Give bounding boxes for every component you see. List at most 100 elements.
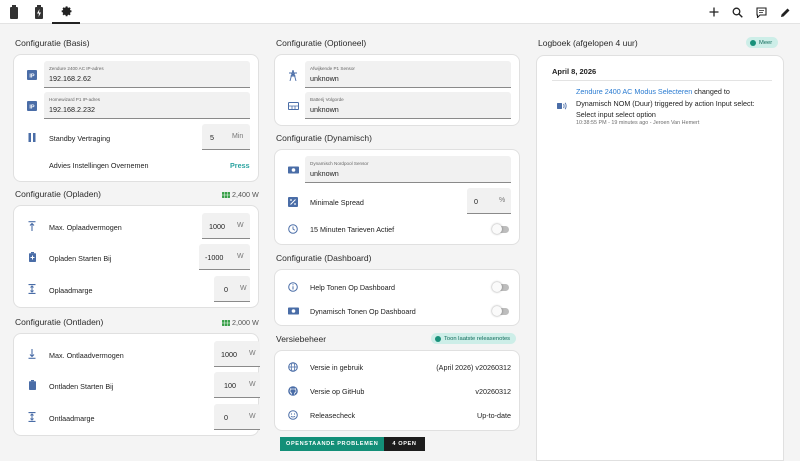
versie-row-value: (April 2026) v20260312: [436, 363, 511, 372]
opladen-value: 1000: [209, 222, 225, 231]
versie-row-label: Versie in gebruik: [310, 363, 364, 372]
battery-icon: [10, 5, 18, 19]
gear-icon: [61, 6, 72, 17]
arrow-expand-vertical-icon: [26, 411, 38, 423]
homewizard-ip-field[interactable]: Homewizard P1 IP-adres 192.168.2.232: [44, 92, 250, 119]
battery-charging-icon: [35, 5, 43, 19]
nordpool-sensor-label: Dynamisch Nordpool Sensor: [310, 161, 369, 166]
edit-button[interactable]: [777, 4, 793, 20]
ontladen-row-label: Ontladen Starten Bij: [49, 382, 114, 391]
search-button[interactable]: [729, 4, 745, 20]
add-button[interactable]: [706, 4, 722, 20]
plus-icon: [709, 7, 719, 17]
logboek-title: Logboek (afgelopen 4 uur): [538, 38, 638, 48]
versie-row-value: Up-to-date: [477, 411, 511, 420]
ontladen-value: 100: [224, 381, 236, 390]
nordpool-sensor-field[interactable]: Dynamisch Nordpool Sensor unknown: [305, 156, 511, 183]
press-button[interactable]: Press: [230, 161, 250, 170]
help-label: Help Tonen Op Dashboard: [310, 283, 395, 292]
info-icon: [287, 281, 299, 293]
arrow-expand-vertical-icon: [26, 283, 38, 295]
nordpool-sensor-value: unknown: [310, 169, 339, 178]
opladen-unit: W: [237, 222, 244, 229]
cash-icon: [287, 305, 299, 317]
versie-card: Versie in gebruik (April 2026) v20260312…: [274, 350, 520, 431]
zendure-ip-field[interactable]: Zendure 2400 AC IP-adres 192.168.2.62: [44, 61, 250, 88]
info-icon: [750, 39, 756, 46]
opladen-power-value: 2,400 W: [232, 190, 259, 199]
opladen-unit: W: [237, 253, 244, 260]
standby-value: 5: [210, 133, 214, 142]
open-issues-label: OPENSTAANDE PROBLEMEN: [280, 437, 385, 451]
standby-input[interactable]: 5 Min: [202, 124, 250, 150]
svg-text:IP: IP: [29, 104, 35, 110]
tarieven-toggle[interactable]: [492, 224, 509, 234]
ontladen-input[interactable]: 0 W: [214, 404, 260, 430]
ontladen-value: 0: [224, 413, 228, 422]
ontladen-power-value: 2,000 W: [232, 318, 259, 327]
emoticon-icon: [287, 409, 299, 421]
meer-label: Meer: [759, 39, 773, 46]
logboek-card: April 8, 2026 Zendure 2400 AC Modus Sele…: [536, 55, 784, 461]
opladen-row-label: Opladen Starten Bij: [49, 254, 112, 263]
batterij-volgorde-label: Batterij Volgorde: [310, 97, 344, 102]
web-icon: [287, 361, 299, 373]
meer-button[interactable]: Meer: [746, 37, 779, 48]
ip-icon: IP: [26, 100, 38, 112]
open-issues-button[interactable]: OPENSTAANDE PROBLEMEN 4 OPEN: [280, 437, 425, 451]
log-entry: Zendure 2400 AC Modus Selecteren changed…: [576, 86, 766, 121]
ontladen-input[interactable]: 1000 W: [214, 341, 260, 367]
log-entity-link[interactable]: Zendure 2400 AC Modus Selecteren: [576, 87, 692, 96]
ontladen-power: 2,000 W: [222, 318, 259, 327]
versie-row-label: Releasecheck: [310, 411, 356, 420]
homewizard-ip-label: Homewizard P1 IP-adres: [49, 97, 101, 102]
spread-input[interactable]: 0 %: [467, 188, 511, 214]
github-icon: [287, 385, 299, 397]
toggle-knob: [492, 306, 502, 316]
optioneel-card: Afwijkende P1 Sensor unknown Batterij Vo…: [274, 54, 520, 126]
release-notes-button[interactable]: Toon laatste releasenotes: [431, 333, 517, 344]
dynamisch-dashboard-toggle[interactable]: [492, 306, 509, 316]
basis-title: Configuratie (Basis): [15, 38, 90, 48]
assist-button[interactable]: [753, 4, 769, 20]
tarieven-label: 15 Minuten Tarieven Actief: [310, 225, 395, 234]
dynamisch-dashboard-label: Dynamisch Tonen Op Dashboard: [310, 307, 416, 316]
opladen-input[interactable]: 0 W: [214, 276, 250, 302]
opladen-title: Configuratie (Opladen): [15, 189, 101, 199]
opladen-power: 2,400 W: [222, 190, 259, 199]
battery-plus-icon: [26, 251, 38, 263]
opladen-row-label: Oplaadmarge: [49, 286, 93, 295]
batterij-volgorde-field[interactable]: Batterij Volgorde unknown: [305, 92, 511, 119]
dynamisch-title: Configuratie (Dynamisch): [276, 133, 372, 143]
pause-icon: [26, 131, 38, 143]
tab-battery-charging[interactable]: [25, 0, 53, 24]
ontladen-unit: W: [249, 350, 256, 357]
ontladen-row-label: Max. Ontlaadvermogen: [49, 351, 124, 360]
ontladen-title: Configuratie (Ontladen): [15, 317, 104, 327]
speaker-icon: [556, 100, 568, 112]
ontladen-input[interactable]: 100 W: [214, 372, 260, 398]
basis-card: IP Zendure 2400 AC IP-adres 192.168.2.62…: [13, 54, 259, 182]
ontladen-row-label: Ontlaadmarge: [49, 414, 95, 423]
comment-icon: [755, 6, 767, 18]
solar-power-icon: [222, 191, 230, 198]
svg-text:IP: IP: [29, 73, 35, 79]
dynamisch-card: Dynamisch Nordpool Sensor unknown Minima…: [274, 149, 520, 245]
opladen-input[interactable]: 1000 W: [202, 213, 250, 239]
opladen-row-label: Max. Oplaadvermogen: [49, 223, 122, 232]
dashboard-title: Configuratie (Dashboard): [276, 253, 372, 263]
p1-sensor-field[interactable]: Afwijkende P1 Sensor unknown: [305, 61, 511, 88]
ontladen-value: 1000: [221, 350, 237, 359]
opladen-value: 0: [224, 285, 228, 294]
tab-settings[interactable]: [52, 0, 80, 24]
tab-battery[interactable]: [0, 0, 28, 24]
log-date: April 8, 2026: [552, 67, 597, 76]
help-toggle[interactable]: [492, 282, 509, 292]
advies-label: Advies Instellingen Overnemen: [49, 161, 149, 170]
battery-icon: [26, 379, 38, 391]
log-entry-meta: 10:38:55 PM - 19 minutes ago - Jeroen Va…: [576, 120, 700, 126]
search-icon: [732, 7, 743, 18]
opladen-value: -1000: [205, 253, 224, 262]
opladen-input[interactable]: -1000 W: [199, 244, 250, 270]
ontladen-unit: W: [249, 413, 256, 420]
